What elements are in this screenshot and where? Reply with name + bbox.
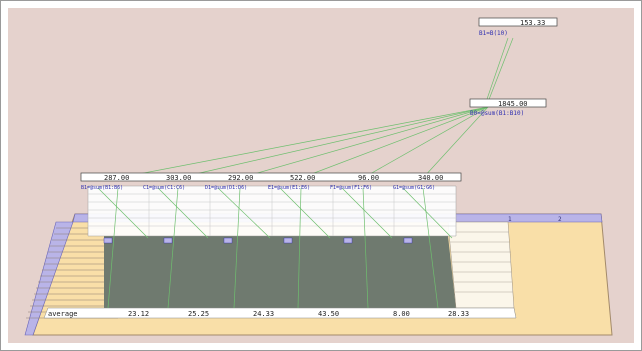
right-table [447, 221, 515, 309]
column-cell-formula-4: E1=@sum(E1:E6) [268, 185, 310, 191]
column-cell-formula-6: G1=@sum(G1:G6) [393, 185, 435, 191]
footer-row [43, 307, 517, 319]
spreadsheet-3d-view[interactable]: 1 2 average 23.12 25.25 24.33 43.50 8.00… [8, 8, 634, 343]
right-header-1: 1 [508, 216, 512, 223]
footer-value-2: 25.25 [188, 310, 209, 318]
footer-value-4: 43.50 [318, 310, 339, 318]
top-cell-box[interactable] [478, 17, 558, 27]
scene-svg: 1 2 average 23.12 25.25 24.33 43.50 8.00… [24, 17, 613, 336]
column-cell-value-6: 340.00 [418, 174, 443, 182]
footer-label: average [48, 310, 78, 318]
column-cell-formula-3: D1=@sum(D1:D6) [205, 185, 247, 191]
column-cell-value-3: 292.00 [228, 174, 253, 182]
mid-cell-value: 1845.00 [498, 100, 528, 108]
window-frame: 1 2 average 23.12 25.25 24.33 43.50 8.00… [0, 0, 642, 351]
footer-value-3: 24.33 [253, 310, 274, 318]
column-cell-value-1: 287.00 [104, 174, 129, 182]
data-block [104, 236, 456, 308]
column-cell-value-4: 522.00 [290, 174, 315, 182]
column-cell-value-2: 303.00 [166, 174, 191, 182]
column-cell-formula-1: B1=@sum(B1:B6) [81, 185, 123, 191]
top-cell-formula: B1=B(10) [479, 30, 508, 37]
top-cell-value: 153.33 [520, 19, 545, 27]
footer-value-1: 23.12 [128, 310, 149, 318]
column-cells-box[interactable] [80, 172, 462, 182]
column-cell-formula-5: F1=@sum(F1:F6) [330, 185, 372, 191]
footer-value-6: 28.33 [448, 310, 469, 318]
mid-cell-formula: B0=@sum(B1:B10) [470, 110, 524, 117]
column-cell-formula-2: C1=@sum(C1:C6) [143, 185, 185, 191]
column-cell-value-5: 96.00 [358, 174, 379, 182]
right-header-2: 2 [558, 216, 562, 223]
footer-value-5: 8.00 [393, 310, 410, 318]
